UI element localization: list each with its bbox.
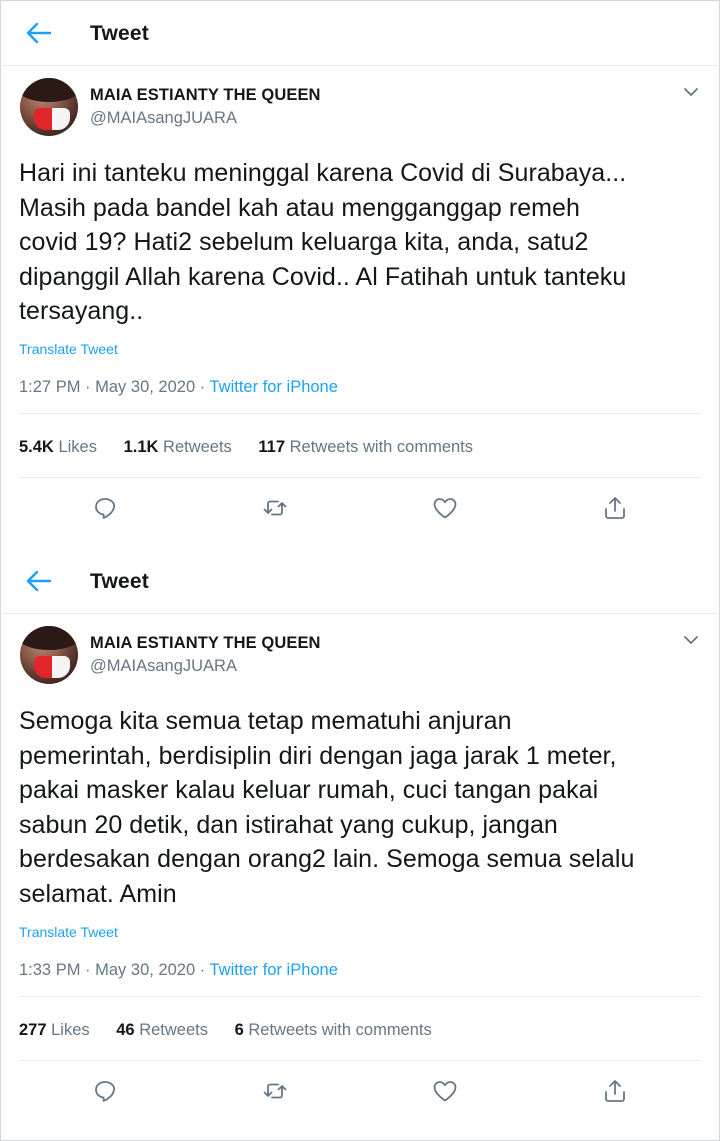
- tweet-header: Tweet: [0, 548, 720, 614]
- quotes-count: 6: [234, 1021, 244, 1039]
- tweet-line: selamat. Amin: [19, 879, 177, 908]
- tweet-source-link[interactable]: Twitter for iPhone: [210, 378, 338, 396]
- chevron-down-icon: [680, 635, 702, 652]
- back-button[interactable]: [24, 568, 52, 594]
- retweet-button[interactable]: [261, 494, 289, 522]
- quotes-stat[interactable]: 6 Retweets with comments: [235, 1021, 432, 1040]
- quotes-label: Retweets with comments: [289, 438, 474, 456]
- retweet-button[interactable]: [261, 1077, 289, 1105]
- like-icon: [431, 494, 459, 522]
- reply-icon: [91, 494, 119, 522]
- tweet-line: pemerintah, berdisiplin diri dengan jaga…: [19, 741, 617, 770]
- tweet-time[interactable]: 1:33 PM: [19, 961, 80, 979]
- likes-stat[interactable]: 277 Likes: [19, 1021, 90, 1040]
- like-button[interactable]: [431, 494, 459, 522]
- share-button[interactable]: [601, 1077, 629, 1105]
- retweets-count: 1.1K: [123, 438, 159, 456]
- tweet-line: tersayang..: [19, 297, 144, 325]
- tweet-date[interactable]: May 30, 2020: [95, 961, 195, 979]
- retweet-icon: [261, 494, 289, 522]
- tweet-text: Hari ini tanteku meninggal karena Covid …: [19, 156, 709, 329]
- tweet-source-link[interactable]: Twitter for iPhone: [210, 961, 338, 979]
- likes-label: Likes: [51, 1021, 90, 1039]
- arrow-left-icon: [24, 568, 52, 594]
- retweets-label: Retweets: [139, 1021, 208, 1039]
- tweet-line: covid 19? Hati2 sebelum keluarga kita, a…: [19, 228, 589, 256]
- tweet-header: Tweet: [0, 0, 720, 66]
- meta-separator: ·: [85, 961, 91, 979]
- back-button[interactable]: [24, 20, 52, 46]
- avatar[interactable]: [20, 626, 78, 684]
- retweets-stat[interactable]: 46 Retweets: [116, 1021, 208, 1040]
- translate-tweet-link[interactable]: Translate Tweet: [19, 924, 118, 940]
- retweet-icon: [261, 1077, 289, 1105]
- tweet-text: Semoga kita semua tetap mematuhi anjuran…: [19, 704, 709, 911]
- reply-button[interactable]: [91, 1077, 119, 1105]
- retweets-count: 46: [116, 1021, 135, 1039]
- quotes-count: 117: [258, 438, 286, 456]
- tweet-panel-2: Tweet MAIA ESTIANTY THE QUEEN @MAIAsangJ…: [0, 548, 720, 1141]
- author-handle[interactable]: @MAIAsangJUARA: [90, 657, 237, 676]
- avatar[interactable]: [20, 78, 78, 136]
- tweet-panel-1: Tweet MAIA ESTIANTY THE QUEEN @MAIAsangJ…: [0, 0, 720, 548]
- like-icon: [431, 1077, 459, 1105]
- meta-separator: ·: [199, 378, 206, 396]
- chevron-down-icon: [680, 87, 702, 104]
- header-title: Tweet: [90, 22, 149, 45]
- header-title: Tweet: [90, 570, 149, 593]
- share-icon: [601, 494, 629, 522]
- tweet-stats: 5.4K Likes 1.1K Retweets 117 Retweets wi…: [19, 438, 495, 457]
- divider: [19, 1060, 701, 1061]
- divider: [19, 413, 701, 414]
- share-button[interactable]: [601, 494, 629, 522]
- tweet-meta: 1:33 PM · May 30, 2020 · Twitter for iPh…: [19, 961, 338, 980]
- tweet-line: Semoga kita semua tetap mematuhi anjuran: [19, 707, 512, 735]
- tweet-line: berdesakan dengan orang2 lain. Semoga se…: [19, 845, 635, 873]
- divider: [19, 477, 701, 478]
- tweet-line: dipanggil Allah karena Covid.. Al Fatiha…: [19, 262, 627, 291]
- quotes-label: Retweets with comments: [248, 1021, 432, 1039]
- retweets-stat[interactable]: 1.1K Retweets: [124, 438, 232, 457]
- quotes-stat[interactable]: 117 Retweets with comments: [258, 438, 473, 457]
- likes-count: 5.4K: [19, 438, 54, 456]
- reply-icon: [91, 1077, 119, 1105]
- tweet-line: Masih pada bandel kah atau mengganggap r…: [19, 193, 580, 222]
- tweet-meta: 1:27 PM · May 30, 2020 · Twitter for iPh…: [19, 378, 338, 397]
- translate-tweet-link[interactable]: Translate Tweet: [19, 341, 118, 357]
- tweet-stats: 277 Likes 46 Retweets 6 Retweets with co…: [19, 1021, 454, 1040]
- tweet-line: sabun 20 detik, dan istirahat yang cukup…: [19, 810, 558, 839]
- author-name[interactable]: MAIA ESTIANTY THE QUEEN: [90, 86, 321, 105]
- author-name[interactable]: MAIA ESTIANTY THE QUEEN: [90, 634, 321, 653]
- meta-separator: ·: [85, 378, 91, 396]
- tweet-line: pakai masker kalau keluar rumah, cuci ta…: [19, 776, 599, 804]
- tweet-line: Hari ini tanteku meninggal karena Covid …: [19, 159, 627, 187]
- reply-button[interactable]: [91, 494, 119, 522]
- likes-stat[interactable]: 5.4K Likes: [19, 438, 97, 457]
- author-handle[interactable]: @MAIAsangJUARA: [90, 109, 237, 128]
- more-options-button[interactable]: [680, 84, 702, 100]
- tweet-time[interactable]: 1:27 PM: [19, 378, 80, 396]
- likes-count: 277: [19, 1021, 47, 1039]
- arrow-left-icon: [24, 20, 52, 46]
- retweets-label: Retweets: [163, 438, 232, 456]
- more-options-button[interactable]: [680, 632, 702, 648]
- meta-separator: ·: [199, 961, 206, 979]
- like-button[interactable]: [431, 1077, 459, 1105]
- divider: [19, 996, 701, 997]
- share-icon: [601, 1077, 629, 1105]
- tweet-date[interactable]: May 30, 2020: [95, 378, 195, 396]
- likes-label: Likes: [58, 438, 97, 456]
